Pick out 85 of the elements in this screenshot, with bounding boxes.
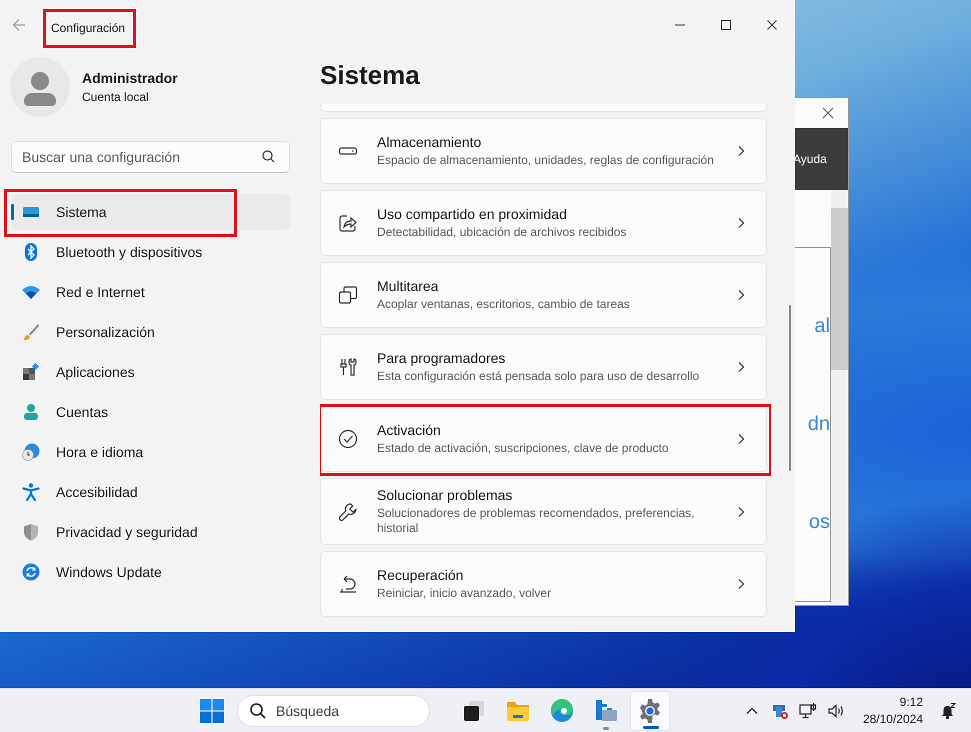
wifi-icon: [22, 283, 40, 301]
settings-card[interactable]: Solucionar problemas Solucionadores de problemas recomendados, preferencias, historial: [320, 478, 767, 545]
card-title: Recuperación: [377, 567, 464, 583]
card-title: Para programadores: [377, 350, 506, 366]
bell-snooze-icon[interactable]: [939, 702, 957, 720]
nav-item[interactable]: Cuentas: [11, 394, 290, 430]
settings-card[interactable]: Recuperación Reiniciar, inicio avanzado, volver: [320, 551, 767, 617]
maximize-icon: [721, 20, 731, 30]
settings-card[interactable]: Multitarea Acoplar ventanas, escritorios, cambio de tareas: [320, 262, 767, 328]
nav-item[interactable]: Personalización: [11, 314, 290, 350]
apps-grid-icon: [22, 363, 40, 381]
chevron-right-icon: [736, 433, 746, 445]
person-icon: [22, 403, 40, 421]
chevron-right-icon: [736, 578, 746, 590]
brush-icon: [22, 323, 40, 341]
card-description: Esta configuración está pensada solo para uso de desarrollo: [377, 369, 700, 384]
undo-arrow-icon: [338, 574, 358, 594]
stacked-windows-icon: [338, 285, 358, 305]
page-heading: Sistema: [320, 60, 421, 92]
scrollbar-thumb[interactable]: [831, 208, 848, 370]
nav-item[interactable]: Red e Internet: [11, 274, 290, 310]
window-title: Configuración: [50, 20, 126, 37]
card-title: Activación: [377, 422, 442, 438]
chevron-right-icon: [736, 361, 746, 373]
volume-icon[interactable]: [826, 702, 845, 720]
card-description: Estado de activación, suscripciones, clave de producto: [377, 441, 670, 456]
computer-briefcase-icon: [593, 698, 619, 724]
settings-card[interactable]: Almacenamiento Espacio de almacenamiento, unidades, reglas de configuración: [320, 118, 767, 184]
account-type: Cuenta local: [82, 90, 150, 104]
card-description: Reiniciar, inicio avanzado, volver: [377, 586, 552, 601]
avatar-icon: [10, 57, 70, 117]
text-fragment: os: [808, 510, 830, 534]
text-fragment: dn: [808, 412, 830, 436]
clock-date: 28/10/2024: [862, 712, 923, 726]
search-field[interactable]: Buscar una configuración: [11, 141, 290, 173]
refresh-icon: [22, 563, 40, 581]
browser-icon: [549, 698, 575, 724]
chevron-right-icon: [736, 217, 746, 229]
chevron-right-icon: [736, 145, 746, 157]
tools-icon: [338, 357, 358, 377]
card-description: Solucionadores de problemas recomendados, preferencias, historial: [377, 506, 696, 536]
card-title: Multitarea: [377, 278, 440, 294]
scrollbar-thumb[interactable]: [789, 305, 791, 471]
nav-item[interactable]: Aplicaciones: [11, 354, 290, 390]
card-description: Acoplar ventanas, escritorios, cambio de tareas: [377, 297, 631, 312]
nav-item[interactable]: Sistema: [11, 194, 290, 230]
windows-logo-icon: [200, 698, 224, 722]
card-title: Solucionar problemas: [377, 487, 514, 503]
gear-icon: [637, 698, 663, 724]
nav-item[interactable]: Windows Update: [11, 554, 290, 590]
bluetooth-icon: [22, 243, 40, 261]
clock[interactable]: 9:12 28/10/2024: [862, 695, 923, 726]
check-circle-icon: [338, 429, 358, 449]
globe-clock-icon: [22, 443, 40, 461]
selection-indicator: [11, 204, 14, 220]
scrollbar[interactable]: [831, 190, 848, 605]
settings-card[interactable]: Para programadores Esta configuración está pensada solo para uso de desarrollo: [320, 334, 767, 400]
nav-item[interactable]: Privacidad y seguridad: [11, 514, 290, 550]
card-title: Uso compartido en proximidad: [377, 206, 568, 222]
close-icon[interactable]: [822, 107, 834, 119]
taskbar-search-field[interactable]: Búsqueda: [237, 694, 430, 726]
clock-time: 9:12: [900, 695, 923, 709]
taskbar-app[interactable]: [630, 690, 670, 730]
nav-item[interactable]: Hora e idioma: [11, 434, 290, 470]
search-icon[interactable]: [249, 702, 267, 720]
nav-item[interactable]: Bluetooth y dispositivos: [11, 234, 290, 270]
chevron-right-icon: [736, 289, 746, 301]
nav-item[interactable]: Accesibilidad: [11, 474, 290, 510]
shield-icon: [22, 523, 40, 541]
share-icon: [338, 213, 358, 233]
user-name: Administrador: [82, 70, 178, 86]
card-title: Almacenamiento: [377, 134, 482, 150]
monitor-network-icon[interactable]: [798, 702, 817, 720]
close-icon: [767, 20, 777, 30]
chevron-right-icon: [736, 506, 746, 518]
settings-card[interactable]: Uso compartido en proximidad Detectabilidad, ubicación de archivos recibidos: [320, 190, 767, 256]
text-fragment: al: [814, 315, 830, 338]
accessibility-icon: [22, 483, 40, 501]
card-description: Detectabilidad, ubicación de archivos recibidos: [377, 225, 628, 240]
card-description: Espacio de almacenamiento, unidades, reglas de configuración: [377, 153, 715, 168]
back-arrow-icon[interactable]: [12, 18, 26, 32]
wrench-icon: [338, 502, 358, 522]
start-button[interactable]: [199, 698, 225, 724]
menu-item[interactable]: Ayuda: [793, 152, 827, 166]
settings-card[interactable]: Activación Estado de activación, suscripciones, clave de producto: [320, 406, 767, 472]
